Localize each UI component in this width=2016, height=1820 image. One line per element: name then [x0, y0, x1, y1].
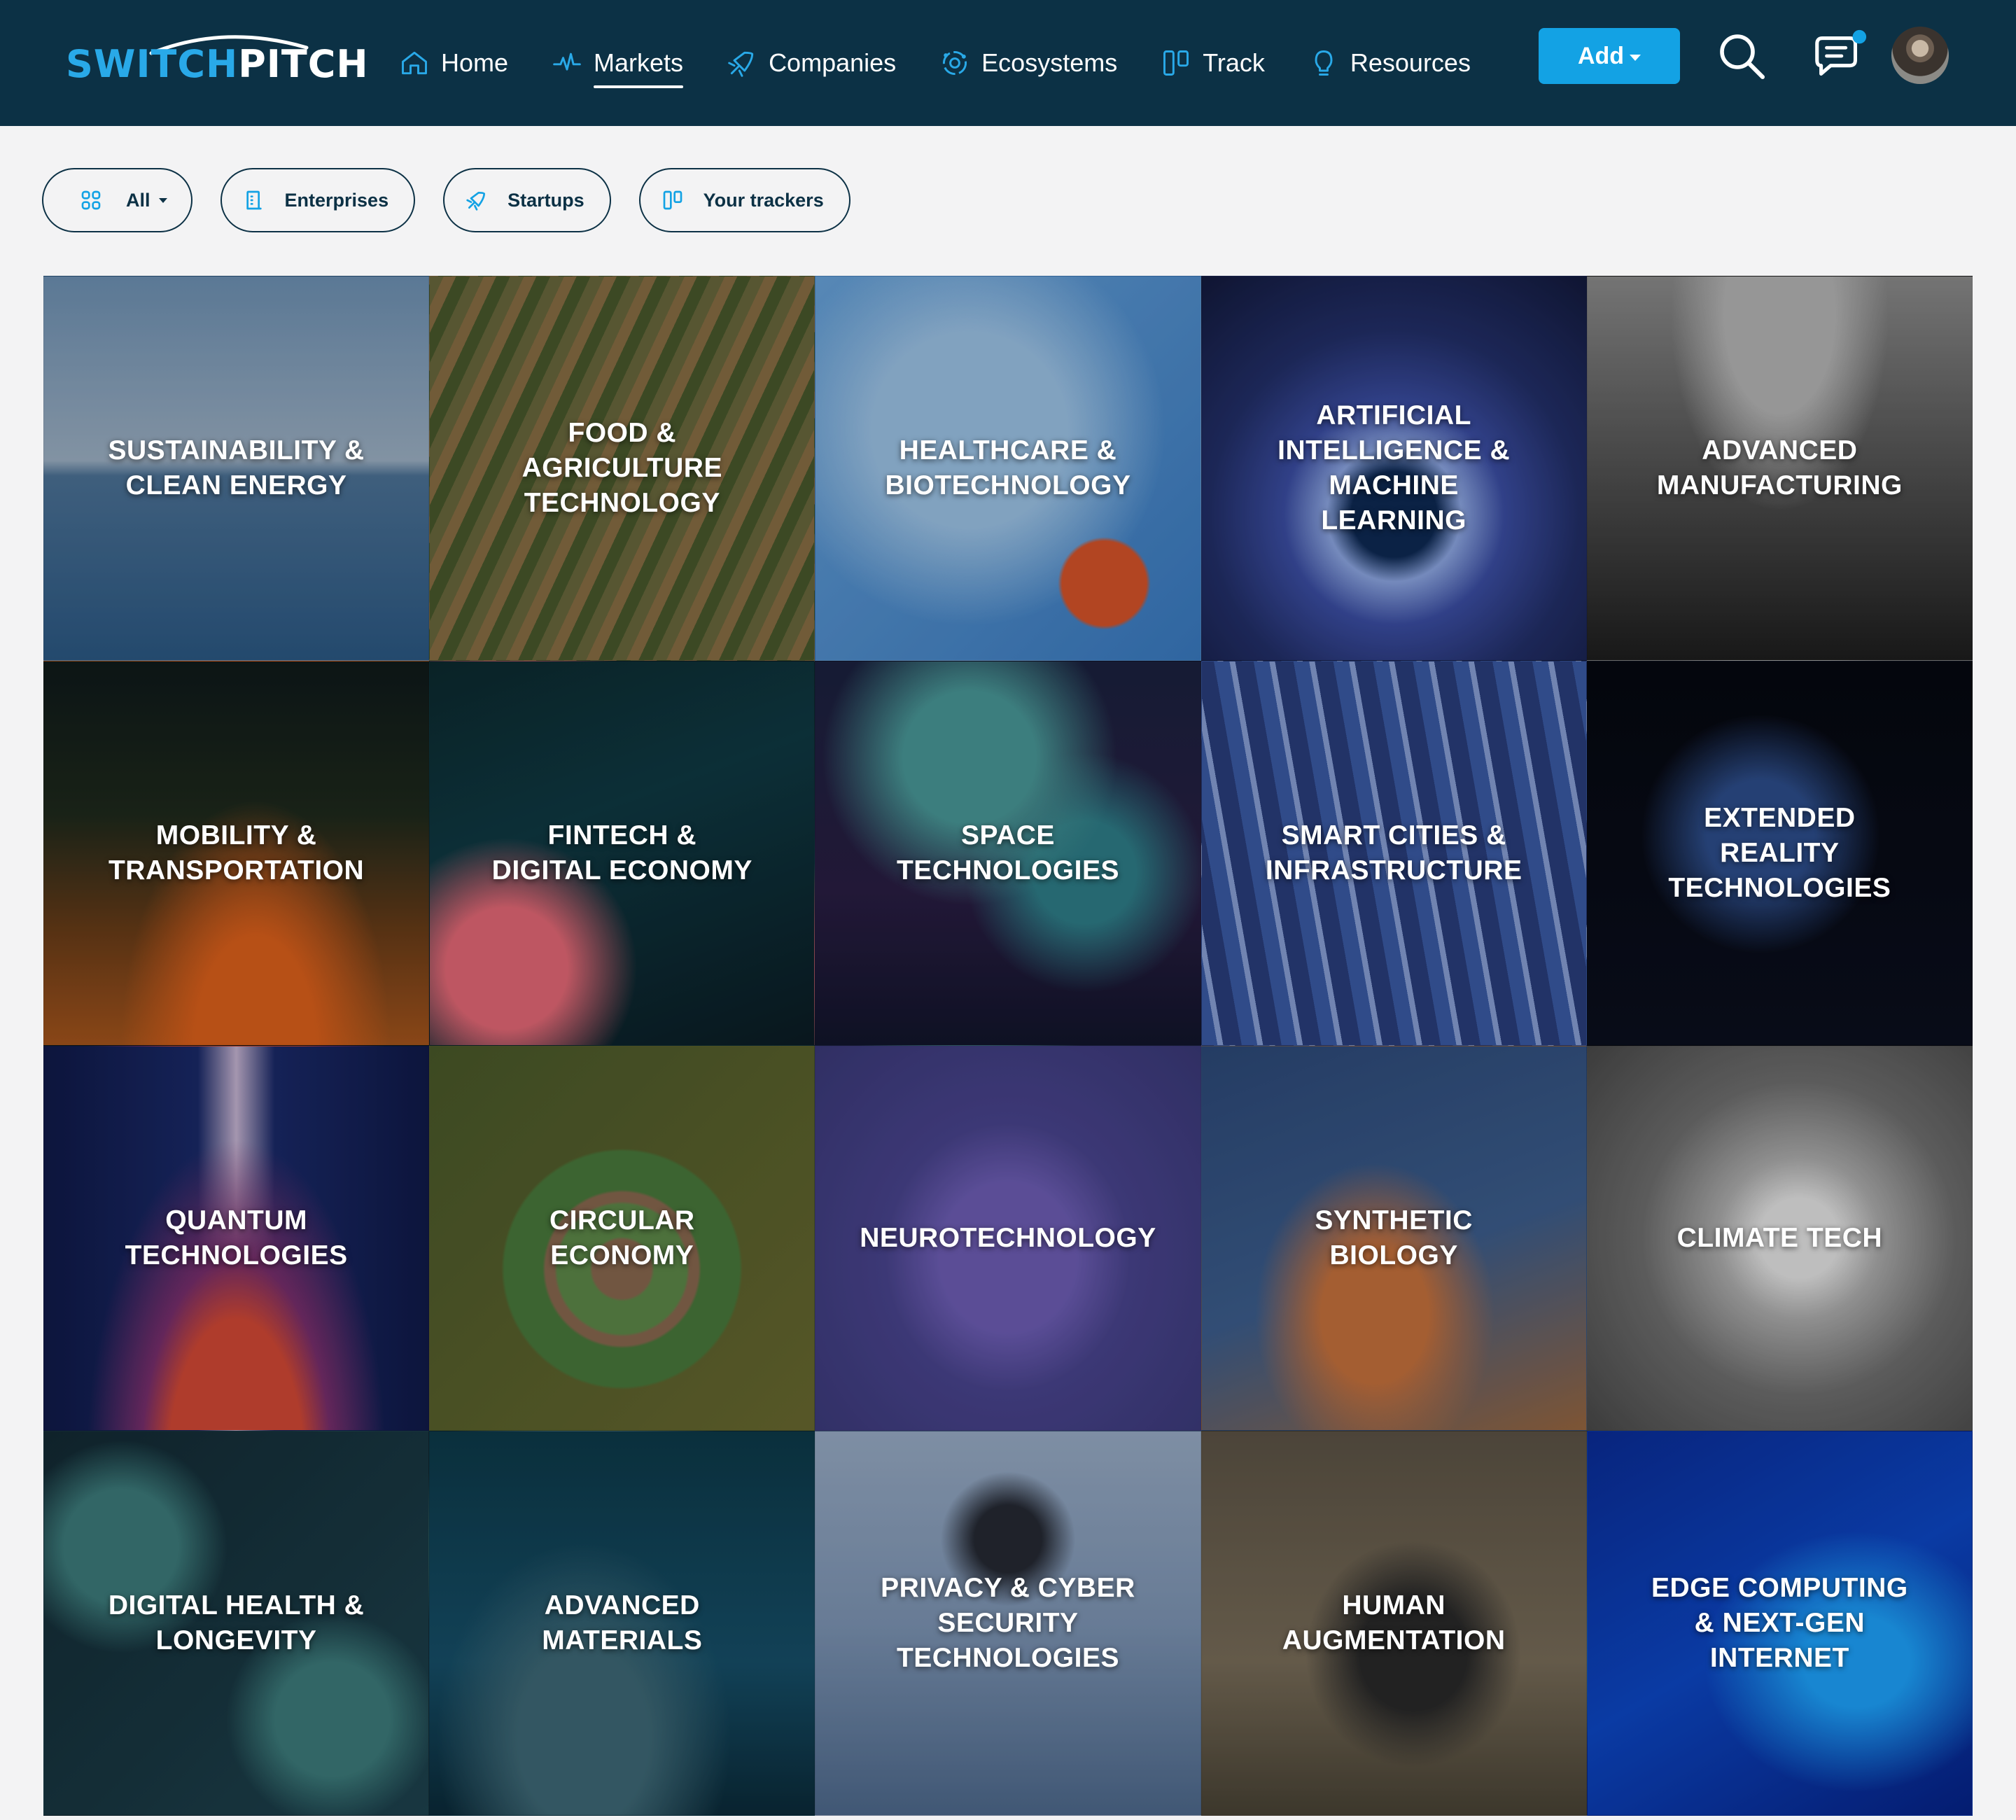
grid-icon — [81, 190, 101, 210]
nav-companies[interactable]: Companies — [727, 35, 896, 91]
market-tile-label: DIGITAL HEALTH & LONGEVITY — [108, 1590, 365, 1656]
nav-ecosystems[interactable]: Ecosystems — [939, 35, 1117, 91]
logo-text: SWITCHPITCH — [66, 42, 369, 86]
market-tile-mobility[interactable]: MOBILITY & TRANSPORTATION — [43, 661, 430, 1046]
nav-home[interactable]: Home — [399, 35, 508, 91]
filter-your-trackers-label: Your trackers — [703, 189, 824, 211]
nav-resources[interactable]: Resources — [1308, 35, 1471, 91]
market-tile-label: NEUROTECHNOLOGY — [860, 1223, 1156, 1253]
market-tile-fintech[interactable]: FINTECH & DIGITAL ECONOMY — [429, 661, 816, 1046]
markets-grid: SUSTAINABILITY & CLEAN ENERGY FOOD & AGR… — [43, 276, 1973, 1820]
market-tile-label: SUSTAINABILITY & CLEAN ENERGY — [108, 435, 365, 500]
filter-all-label: All — [126, 189, 150, 211]
filter-startups-label: Startups — [507, 189, 584, 211]
rocket-icon — [728, 51, 754, 77]
nav-track[interactable]: Track — [1161, 35, 1265, 91]
nav-track-label: Track — [1203, 48, 1265, 77]
search-icon[interactable] — [1716, 31, 1767, 81]
top-navbar: SWITCHPITCH Home Markets Companies Ecosy… — [0, 0, 2016, 126]
market-tile-human-augmentation[interactable]: HUMAN AUGMENTATION — [1200, 1431, 1587, 1816]
market-tile-label: SMART CITIES & INFRASTRUCTURE — [1265, 820, 1522, 886]
market-tile-advanced-manufacturing[interactable]: ADVANCED MANUFACTURING — [1586, 276, 1973, 661]
nav-markets[interactable]: Markets — [552, 35, 684, 91]
market-tile-label: EDGE COMPUTING & NEXT-GEN INTERNET — [1651, 1573, 1908, 1673]
market-tile-sustainability[interactable]: SUSTAINABILITY & CLEAN ENERGY — [43, 276, 430, 661]
filter-all[interactable]: All — [42, 168, 192, 232]
filter-your-trackers[interactable]: Your trackers — [638, 168, 850, 232]
chevron-down-icon — [1630, 54, 1642, 61]
chat-icon[interactable] — [1809, 27, 1869, 85]
market-tile-label: SPACE TECHNOLOGIES — [896, 820, 1119, 886]
market-tile-label: ARTIFICIAL INTELLIGENCE & MACHINE LEARNI… — [1278, 400, 1511, 536]
market-tile-label: HUMAN AUGMENTATION — [1282, 1590, 1506, 1656]
notification-dot — [1852, 29, 1867, 44]
market-tile-food-agriculture[interactable]: FOOD & AGRICULTURE TECHNOLOGY — [429, 276, 816, 661]
market-tile-label: ADVANCED MATERIALS — [542, 1590, 703, 1656]
network-icon — [943, 50, 967, 76]
market-tile-privacy-cyber[interactable]: PRIVACY & CYBER SECURITY TECHNOLOGIES — [815, 1431, 1201, 1816]
filter-enterprises[interactable]: Enterprises — [220, 168, 416, 232]
market-tile-extended-reality[interactable]: EXTENDED REALITY TECHNOLOGIES — [1586, 661, 1973, 1046]
filter-enterprises-label: Enterprises — [284, 189, 389, 211]
filter-chips: All Enterprises Startups Your trackers — [42, 168, 878, 232]
pulse-icon — [553, 52, 581, 71]
market-tile-quantum[interactable]: QUANTUM TECHNOLOGIES — [43, 1046, 430, 1431]
market-tile-label: HEALTHCARE & BIOTECHNOLOGY — [885, 435, 1131, 500]
market-tile-edge-computing[interactable]: EDGE COMPUTING & NEXT-GEN INTERNET — [1586, 1431, 1973, 1816]
add-button-label: Add — [1577, 42, 1625, 69]
user-avatar[interactable] — [1891, 27, 1949, 84]
market-tile-space[interactable]: SPACE TECHNOLOGIES — [815, 661, 1201, 1046]
rocket-icon — [466, 192, 486, 211]
nav-companies-label: Companies — [769, 48, 897, 77]
market-tile-label: ADVANCED MANUFACTURING — [1656, 435, 1903, 500]
kanban-icon — [663, 190, 682, 210]
chevron-down-icon — [158, 197, 167, 203]
market-tile-label: CLIMATE TECH — [1676, 1223, 1883, 1253]
market-tile-advanced-materials[interactable]: ADVANCED MATERIALS — [429, 1431, 816, 1816]
market-tile-label: FINTECH & DIGITAL ECONOMY — [491, 820, 752, 886]
main-nav: Home Markets Companies Ecosystems Track … — [399, 35, 1514, 91]
market-tile-label: PRIVACY & CYBER SECURITY TECHNOLOGIES — [881, 1573, 1135, 1673]
market-tile-circular-economy[interactable]: CIRCULAR ECONOMY — [429, 1046, 816, 1431]
add-button[interactable]: Add — [1539, 28, 1680, 84]
market-tile-label: FOOD & AGRICULTURE TECHNOLOGY — [522, 418, 722, 518]
market-tile-ai-ml[interactable]: ARTIFICIAL INTELLIGENCE & MACHINE LEARNI… — [1200, 276, 1587, 661]
nav-ecosystems-label: Ecosystems — [981, 48, 1118, 77]
kanban-icon — [1163, 50, 1189, 76]
building-icon — [246, 190, 262, 210]
nav-markets-label: Markets — [594, 48, 684, 77]
filter-startups[interactable]: Startups — [443, 168, 611, 232]
home-icon — [402, 51, 427, 75]
market-tile-synthetic-biology[interactable]: SYNTHETIC BIOLOGY — [1200, 1046, 1587, 1431]
market-tile-label: CIRCULAR ECONOMY — [549, 1205, 695, 1270]
market-tile-healthcare[interactable]: HEALTHCARE & BIOTECHNOLOGY — [815, 276, 1201, 661]
nav-resources-label: Resources — [1350, 48, 1471, 77]
market-tile-label: SYNTHETIC BIOLOGY — [1315, 1205, 1473, 1270]
market-tile-digital-health[interactable]: DIGITAL HEALTH & LONGEVITY — [43, 1431, 430, 1816]
nav-home-label: Home — [441, 48, 509, 77]
lightbulb-icon — [1315, 50, 1333, 76]
market-tile-label: MOBILITY & TRANSPORTATION — [108, 820, 365, 886]
market-tile-label: QUANTUM TECHNOLOGIES — [125, 1205, 348, 1270]
switchpitch-logo[interactable]: SWITCHPITCH — [66, 28, 368, 98]
market-tile-smart-cities[interactable]: SMART CITIES & INFRASTRUCTURE — [1200, 661, 1587, 1046]
market-tile-climate-tech[interactable]: CLIMATE TECH — [1586, 1046, 1973, 1431]
market-tile-neurotechnology[interactable]: NEUROTECHNOLOGY — [815, 1046, 1201, 1431]
market-tile-label: EXTENDED REALITY TECHNOLOGIES — [1668, 803, 1891, 903]
